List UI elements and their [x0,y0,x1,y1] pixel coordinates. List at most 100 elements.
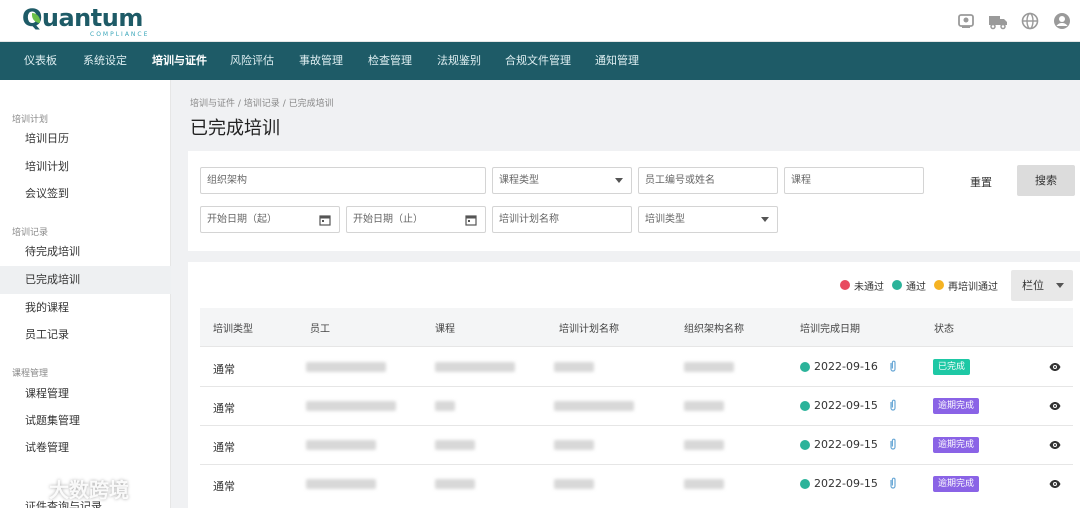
training-plan-name-placeholder: 培训计划名称 [499,214,559,225]
redacted-course [435,479,475,489]
redacted-employee [306,401,396,411]
view-eye-icon[interactable] [1049,479,1061,489]
date-text: 2022-09-15 [814,477,878,490]
course-type-placeholder: 课程类型 [499,175,539,186]
certificate-icon[interactable] [956,11,976,31]
paperclip-icon[interactable] [888,399,898,412]
start-date-to-field[interactable]: 开始日期（止） [346,206,486,233]
start-date-from-field[interactable]: 开始日期（起） [200,206,340,233]
reset-button[interactable]: 重置 [970,174,992,190]
results-panel [188,262,1080,508]
sidebar-item-question-bank[interactable]: 试题集管理 [0,407,171,435]
date-text: 2022-09-16 [814,360,878,373]
org-structure-placeholder: 组织架构 [207,175,247,186]
truck-icon[interactable] [988,11,1008,31]
completion-date: 2022-09-15 [800,438,898,451]
redacted-plan-name [554,479,594,489]
main-navbar: 仪表板 系统设定 培训与证件 风险评估 事故管理 检查管理 法规鉴别 合规文件管… [0,42,1080,80]
nav-system-settings[interactable]: 系统设定 [83,42,127,80]
redacted-course [435,401,455,411]
sidebar-item-training-calendar[interactable]: 培训日历 [0,125,171,153]
redacted-course [435,362,515,372]
sidebar-item-my-courses[interactable]: 我的课程 [0,294,171,322]
redacted-org-name [684,401,724,411]
yellow-dot-icon [934,280,944,290]
nav-risk-assessment[interactable]: 风险评估 [230,42,274,80]
columns-label: 栏位 [1022,279,1044,292]
paperclip-icon[interactable] [888,438,898,451]
row-training-type: 通常 [213,363,235,376]
nav-training-certificates[interactable]: 培训与证件 [152,42,207,80]
sidebar-item-course-management[interactable]: 课程管理 [0,380,171,408]
sidebar-item-training-plan[interactable]: 培训计划 [0,153,171,181]
sidebar-item-exam-paper[interactable]: 试卷管理 [0,434,171,462]
user-account-icon[interactable] [1052,11,1072,31]
calendar-icon [319,214,331,226]
employee-placeholder: 员工编号或姓名 [645,175,715,186]
course-field[interactable]: 课程 [784,167,924,194]
legend-retrain-passed: 再培训通过 [934,278,998,293]
sidebar-item-pending-training[interactable]: 待完成培训 [0,238,171,266]
date-text: 2022-09-15 [814,438,878,451]
col-training-type: 培训类型 [213,324,253,335]
nav-inspection-management[interactable]: 检查管理 [368,42,412,80]
breadcrumb-item: 已完成培训 [288,99,334,109]
nav-compliance-documents[interactable]: 合规文件管理 [505,42,571,80]
col-completion-date: 培训完成日期 [800,324,860,335]
view-eye-icon[interactable] [1049,362,1061,372]
green-dot-icon [800,400,810,411]
legend-label: 通过 [906,281,926,293]
green-dot-icon [800,439,810,450]
breadcrumb-item[interactable]: 培训记录 [244,99,280,109]
green-dot-icon [800,478,810,489]
nav-notifications[interactable]: 通知管理 [595,42,639,80]
quantum-logo[interactable]: Quantum COMPLIANCE [22,4,152,40]
row-training-type: 通常 [213,480,235,493]
redacted-plan-name [554,401,634,411]
col-status: 状态 [934,324,954,335]
org-structure-field[interactable]: 组织架构 [200,167,486,194]
legend-label: 再培训通过 [948,281,998,293]
sidebar-item-employee-records[interactable]: 员工记录 [0,321,171,349]
redacted-org-name [684,479,724,489]
search-button[interactable]: 搜索 [1017,165,1075,196]
sidebar-group-course-management: 课程管理 [12,369,49,379]
redacted-plan-name [554,440,594,450]
sidebar-group-training-records: 培训记录 [12,228,49,238]
completion-date: 2022-09-15 [800,477,898,490]
nav-incident-management[interactable]: 事故管理 [299,42,343,80]
employee-search-field[interactable]: 员工编号或姓名 [638,167,778,194]
globe-icon[interactable] [1020,11,1040,31]
course-type-select[interactable]: 课程类型 [492,167,632,194]
sidebar-group-training-plan: 培训计划 [12,115,49,125]
calendar-icon [465,214,477,226]
green-dot-icon [800,361,810,372]
paperclip-icon[interactable] [888,360,898,373]
sidebar-item-completed-training[interactable]: 已完成培训 [0,266,171,294]
row-divider [200,346,1073,347]
row-divider [200,386,1073,387]
logo-subtitle: COMPLIANCE [90,31,150,38]
redacted-employee [306,479,376,489]
watermark-text: 大数跨境 [48,478,129,502]
nav-regulation-identification[interactable]: 法规鉴别 [437,42,481,80]
training-plan-name-field[interactable]: 培训计划名称 [492,206,632,233]
view-eye-icon[interactable] [1049,401,1061,411]
top-header: Quantum COMPLIANCE [0,0,1080,42]
training-type-select[interactable]: 培训类型 [638,206,778,233]
chevron-down-icon [1056,283,1064,288]
logo-wordmark: Quantum [22,4,143,32]
col-employee: 员工 [310,324,330,335]
paperclip-icon[interactable] [888,477,898,490]
chevron-down-icon [761,217,769,222]
view-eye-icon[interactable] [1049,440,1061,450]
watermark: 大数跨境 [8,474,129,503]
row-training-type: 通常 [213,441,235,454]
legend-label: 未通过 [854,281,884,293]
columns-button[interactable]: 栏位 [1011,270,1073,301]
completion-date: 2022-09-15 [800,399,898,412]
sidebar-item-meeting-signin[interactable]: 会议签到 [0,180,171,208]
nav-dashboard[interactable]: 仪表板 [24,42,57,80]
breadcrumb-item[interactable]: 培训与证件 [190,99,235,109]
chevron-down-icon [615,178,623,183]
